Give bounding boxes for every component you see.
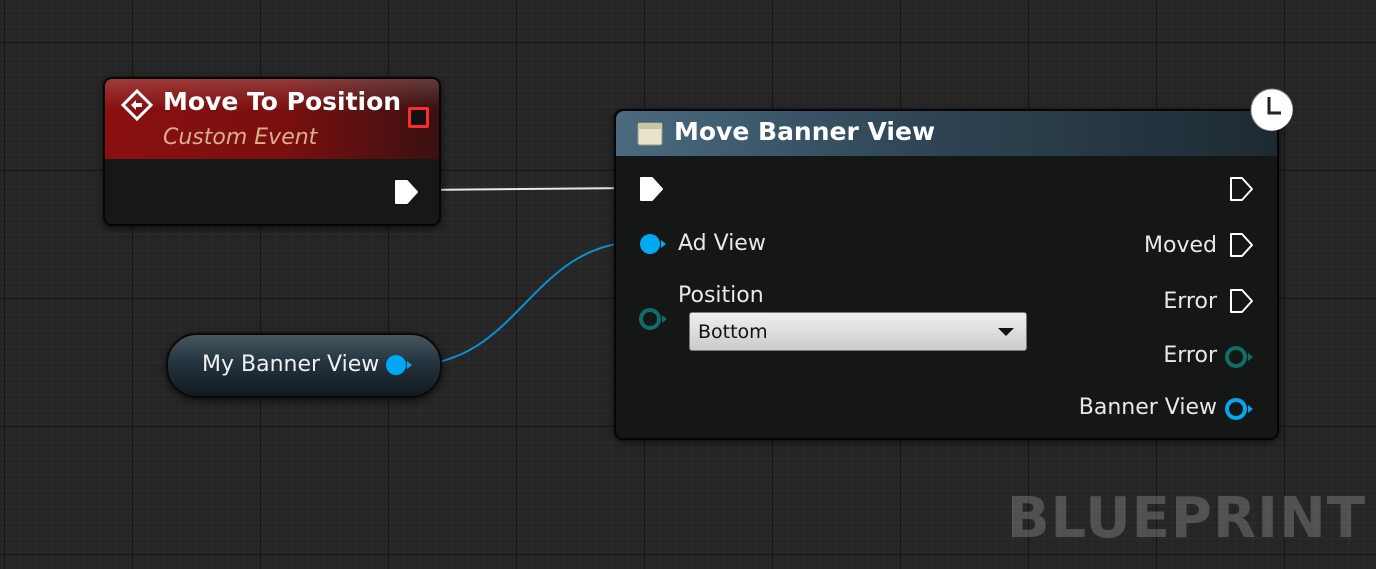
- position-label: Position: [678, 283, 764, 308]
- event-node-subtitle: Custom Event: [163, 125, 318, 150]
- banner-view-out-pin[interactable]: [1224, 396, 1256, 422]
- variable-getter-node[interactable]: My Banner View: [166, 333, 442, 398]
- error-exec-out-pin[interactable]: [1228, 288, 1256, 316]
- moved-exec-out-pin[interactable]: [1228, 232, 1256, 260]
- exec-out-pin[interactable]: [1228, 176, 1256, 204]
- exec-wire[interactable]: [417, 187, 637, 191]
- exec-in-pin[interactable]: [638, 176, 666, 204]
- ad-view-in-pin[interactable]: [638, 231, 670, 257]
- chevron-down-icon: [998, 328, 1014, 336]
- banner-view-label: Banner View: [1078, 395, 1217, 420]
- clock-icon: [1250, 88, 1293, 131]
- error-data-out-pin[interactable]: [1224, 344, 1256, 370]
- position-dropdown[interactable]: Bottom: [689, 312, 1027, 351]
- function-icon: [637, 122, 663, 146]
- event-node-title: Move To Position: [163, 87, 402, 116]
- moved-label: Moved: [1144, 233, 1217, 258]
- event-exec-out-pin[interactable]: [393, 179, 421, 207]
- variable-label: My Banner View: [202, 352, 380, 377]
- error-data-label: Error: [1163, 343, 1217, 368]
- delegate-pin[interactable]: [408, 107, 429, 128]
- function-node-title: Move Banner View: [674, 117, 936, 146]
- object-wire[interactable]: [409, 241, 641, 366]
- position-in-pin[interactable]: [638, 306, 670, 332]
- move-banner-view-node[interactable]: Move Banner View Ad View Position Bottom…: [614, 88, 1293, 440]
- variable-out-pin[interactable]: [384, 352, 416, 378]
- custom-event-node[interactable]: Move To Position Custom Event: [103, 77, 441, 226]
- error-exec-label: Error: [1163, 289, 1217, 314]
- position-dropdown-value: Bottom: [698, 321, 768, 343]
- ad-view-label: Ad View: [678, 231, 766, 256]
- custom-event-icon: [121, 89, 153, 121]
- blueprint-watermark: BLUEPRINT: [1006, 486, 1366, 551]
